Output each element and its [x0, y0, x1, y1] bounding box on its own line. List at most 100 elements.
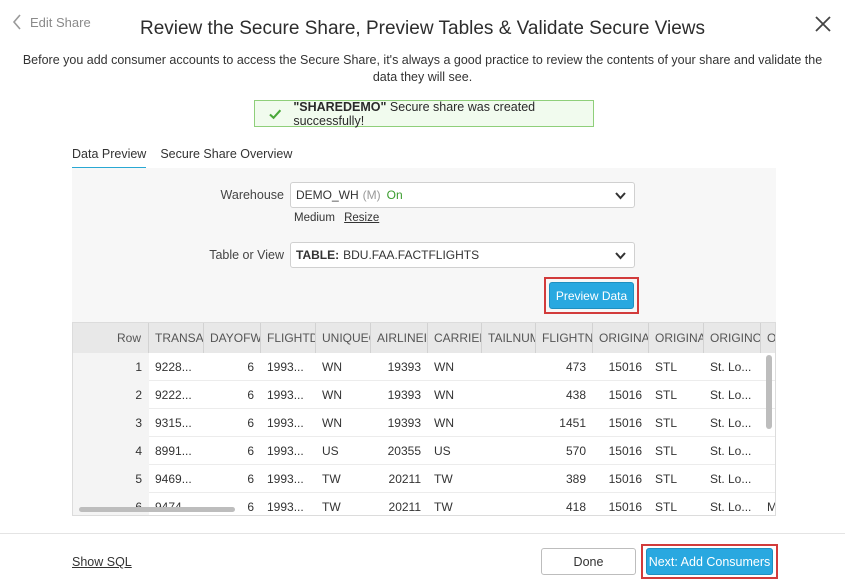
table-cell: M	[767, 500, 776, 514]
table-cell: 15016	[608, 360, 642, 374]
column-header[interactable]: ORIGINA	[649, 323, 704, 353]
table-cell: 1993...	[267, 444, 304, 458]
chevron-down-icon	[615, 192, 626, 200]
alert-text: "SHAREDEMO" Secure share was created suc…	[293, 100, 593, 128]
page-title: Review the Secure Share, Preview Tables …	[139, 18, 706, 39]
table-row[interactable]: 4 8991... 6 1993... US 20355 US 570 15016 STL St. …	[73, 437, 775, 465]
table-cell: 19393	[387, 416, 421, 430]
table-cell: TW	[434, 472, 453, 486]
table-cell: 473	[565, 360, 586, 374]
row-number: 4	[73, 437, 149, 465]
table-cell: STL	[655, 472, 678, 486]
warehouse-size-short: (M)	[362, 188, 381, 202]
table-cell: 15016	[608, 416, 642, 430]
next-add-consumers-button[interactable]: Next: Add Consumers	[646, 548, 773, 575]
table-row[interactable]: 1 9228... 6 1993... WN 19393 WN 473 15016 STL St. …	[73, 353, 775, 381]
table-cell: 418	[565, 500, 586, 514]
table-row[interactable]: 5 9469... 6 1993... TW 20211 TW 389 15016 STL St. …	[73, 465, 775, 493]
next-highlight: Next: Add Consumers	[641, 544, 778, 579]
data-grid: RowTRANSACDAYOFWFLIGHTDUNIQUECAIRLINEICA…	[72, 322, 776, 516]
table-cell: 15016	[608, 444, 642, 458]
table-cell: US	[434, 444, 451, 458]
table-cell: STL	[655, 416, 678, 430]
close-icon[interactable]	[813, 14, 833, 34]
table-cell: 389	[565, 472, 586, 486]
table-value: BDU.FAA.FACTFLIGHTS	[343, 248, 480, 262]
column-header[interactable]: FLIGHTN	[536, 323, 593, 353]
table-cell: 15016	[608, 388, 642, 402]
footer-divider	[0, 533, 845, 534]
column-header[interactable]: O	[761, 323, 775, 353]
warehouse-select[interactable]: DEMO_WH (M) On	[290, 182, 635, 208]
row-number: 3	[73, 409, 149, 437]
table-cell: 19393	[387, 388, 421, 402]
table-cell: WN	[322, 388, 342, 402]
chevron-down-icon	[615, 252, 626, 260]
grid-header: RowTRANSACDAYOFWFLIGHTDUNIQUECAIRLINEICA…	[73, 323, 775, 353]
table-cell: 9228...	[155, 360, 192, 374]
column-header[interactable]: TAILNUM	[482, 323, 536, 353]
table-cell: STL	[655, 500, 678, 514]
row-number: 2	[73, 381, 149, 409]
table-cell: WN	[322, 360, 342, 374]
table-cell: WN	[322, 416, 342, 430]
warehouse-state: On	[386, 188, 403, 202]
vertical-scrollbar[interactable]	[766, 355, 772, 429]
table-cell	[482, 493, 536, 515]
column-header[interactable]: UNIQUEC	[316, 323, 371, 353]
column-header[interactable]: ORIGINA	[593, 323, 649, 353]
table-cell: STL	[655, 444, 678, 458]
preview-highlight: Preview Data	[544, 277, 639, 314]
table-select[interactable]: TABLE: BDU.FAA.FACTFLIGHTS	[290, 242, 635, 268]
table-cell: STL	[655, 360, 678, 374]
table-cell: 15016	[608, 500, 642, 514]
column-header[interactable]: TRANSAC	[149, 323, 204, 353]
tab-data-preview[interactable]: Data Preview	[72, 147, 147, 169]
horizontal-scrollbar[interactable]	[79, 507, 235, 512]
alert-share-name: "SHAREDEMO"	[293, 99, 387, 114]
table-cell: St. Lo...	[710, 500, 752, 514]
column-header[interactable]: Row	[73, 323, 149, 353]
table-row[interactable]: 69474...61993...TW20211TW41815016STLSt. …	[73, 493, 776, 515]
table-row[interactable]: 3 9315... 6 1993... WN 19393 WN 1451 15016 STL St.…	[73, 409, 775, 437]
table-cell: 6	[247, 416, 254, 430]
show-sql-link[interactable]: Show SQL	[72, 555, 132, 569]
table-cell: WN	[434, 360, 454, 374]
table-cell	[761, 437, 775, 465]
column-header[interactable]: DAYOFW	[204, 323, 261, 353]
table-row[interactable]: 2 9222... 6 1993... WN 19393 WN 438 15016 STL St. …	[73, 381, 775, 409]
table-cell: 15016	[608, 472, 642, 486]
resize-link[interactable]: Resize	[344, 212, 379, 224]
table-prefix: TABLE:	[296, 248, 340, 262]
column-header[interactable]: FLIGHTD	[261, 323, 316, 353]
table-cell: 6	[247, 472, 254, 486]
column-header[interactable]: CARRIER	[428, 323, 482, 353]
tab-bar: Data Preview Secure Share Overview	[72, 147, 292, 169]
table-cell	[761, 465, 775, 493]
preview-form-panel: Warehouse DEMO_WH (M) On Medium Resize T…	[72, 168, 776, 324]
row-number: 5	[73, 465, 149, 493]
tab-secure-share-overview[interactable]: Secure Share Overview	[160, 147, 292, 169]
table-cell: 1993...	[267, 416, 304, 430]
table-cell: 6	[247, 444, 254, 458]
table-cell	[482, 381, 536, 409]
table-cell: 1993...	[267, 388, 304, 402]
table-cell: 20211	[388, 472, 421, 486]
table-cell: 19393	[387, 360, 421, 374]
table-cell: St. Lo...	[710, 416, 752, 430]
table-cell: 8991...	[155, 444, 192, 458]
column-header[interactable]: AIRLINEI	[371, 323, 428, 353]
done-button[interactable]: Done	[541, 548, 636, 575]
warehouse-size: Medium	[294, 212, 335, 224]
table-cell: WN	[434, 416, 454, 430]
preview-data-button[interactable]: Preview Data	[549, 282, 634, 309]
table-cell: TW	[434, 500, 453, 514]
table-cell: 6	[247, 360, 254, 374]
table-cell: 9474...	[149, 493, 204, 515]
table-cell	[482, 437, 536, 465]
table-cell: 20355	[387, 444, 421, 458]
table-cell: 20211	[388, 500, 421, 514]
column-header[interactable]: ORIGINC	[704, 323, 761, 353]
table-cell: 6	[247, 500, 254, 514]
table-cell: 1451	[559, 416, 586, 430]
